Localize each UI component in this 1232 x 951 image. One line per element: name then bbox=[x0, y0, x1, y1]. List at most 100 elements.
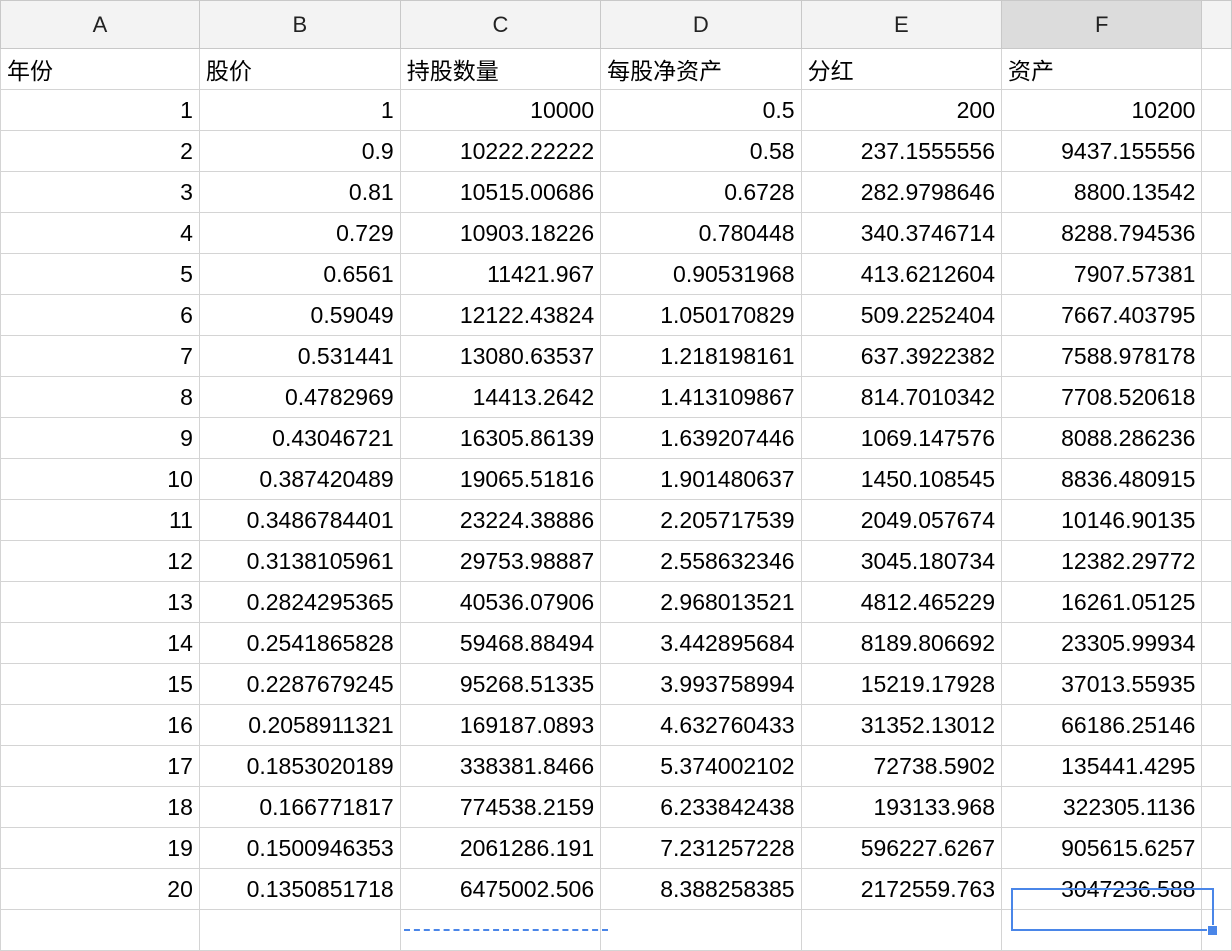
empty-cell[interactable] bbox=[1201, 499, 1232, 541]
cell-C20[interactable]: 2061286.191 bbox=[399, 827, 602, 869]
empty-cell[interactable] bbox=[1201, 335, 1232, 377]
cell-C19[interactable]: 774538.2159 bbox=[399, 786, 602, 828]
cell-A6[interactable]: 5 bbox=[0, 253, 200, 295]
cell-A3[interactable]: 2 bbox=[0, 130, 200, 172]
cell-B12[interactable]: 0.3486784401 bbox=[198, 499, 401, 541]
cell-F5[interactable]: 8288.794536 bbox=[1000, 212, 1203, 254]
cell-F12[interactable]: 10146.90135 bbox=[1000, 499, 1203, 541]
cell-C3[interactable]: 10222.22222 bbox=[399, 130, 602, 172]
cell-A9[interactable]: 8 bbox=[0, 376, 200, 418]
cell-A11[interactable]: 10 bbox=[0, 458, 200, 500]
empty-cell[interactable] bbox=[1201, 294, 1232, 336]
column-header-E[interactable]: E bbox=[800, 0, 1003, 49]
cell-B21[interactable]: 0.1350851718 bbox=[198, 868, 401, 910]
cell-F15[interactable]: 23305.99934 bbox=[1000, 622, 1203, 664]
cell-B17[interactable]: 0.2058911321 bbox=[198, 704, 401, 746]
cell-C2[interactable]: 10000 bbox=[399, 89, 602, 131]
cell-D12[interactable]: 2.205717539 bbox=[600, 499, 802, 541]
cell-C10[interactable]: 16305.86139 bbox=[399, 417, 602, 459]
cell-F16[interactable]: 37013.55935 bbox=[1000, 663, 1203, 705]
column-header-C[interactable]: C bbox=[399, 0, 602, 49]
cell-E15[interactable]: 8189.806692 bbox=[800, 622, 1003, 664]
header-cell[interactable]: 每股净资产 bbox=[600, 48, 802, 90]
fill-handle[interactable] bbox=[1207, 925, 1218, 936]
empty-cell[interactable] bbox=[800, 909, 1003, 951]
cell-B4[interactable]: 0.81 bbox=[198, 171, 401, 213]
cell-B2[interactable]: 1 bbox=[198, 89, 401, 131]
cell-B7[interactable]: 0.59049 bbox=[198, 294, 401, 336]
cell-D16[interactable]: 3.993758994 bbox=[600, 663, 802, 705]
header-cell[interactable]: 持股数量 bbox=[399, 48, 602, 90]
cell-E14[interactable]: 4812.465229 bbox=[800, 581, 1003, 623]
cell-C11[interactable]: 19065.51816 bbox=[399, 458, 602, 500]
cell-B13[interactable]: 0.3138105961 bbox=[198, 540, 401, 582]
header-cell[interactable]: 资产 bbox=[1000, 48, 1203, 90]
header-cell[interactable]: 年份 bbox=[0, 48, 200, 90]
cell-D18[interactable]: 5.374002102 bbox=[600, 745, 802, 787]
cell-C9[interactable]: 14413.2642 bbox=[399, 376, 602, 418]
header-cell[interactable]: 分红 bbox=[800, 48, 1003, 90]
cell-B14[interactable]: 0.2824295365 bbox=[198, 581, 401, 623]
cell-F8[interactable]: 7588.978178 bbox=[1000, 335, 1203, 377]
cell-C4[interactable]: 10515.00686 bbox=[399, 171, 602, 213]
cell-A20[interactable]: 19 bbox=[0, 827, 200, 869]
cell-E13[interactable]: 3045.180734 bbox=[800, 540, 1003, 582]
empty-cell[interactable] bbox=[1201, 417, 1232, 459]
cell-D9[interactable]: 1.413109867 bbox=[600, 376, 802, 418]
cell-C5[interactable]: 10903.18226 bbox=[399, 212, 602, 254]
cell-C8[interactable]: 13080.63537 bbox=[399, 335, 602, 377]
empty-cell[interactable] bbox=[0, 909, 200, 951]
cell-E16[interactable]: 15219.17928 bbox=[800, 663, 1003, 705]
cell-B5[interactable]: 0.729 bbox=[198, 212, 401, 254]
cell-D7[interactable]: 1.050170829 bbox=[600, 294, 802, 336]
cell-A13[interactable]: 12 bbox=[0, 540, 200, 582]
cell-A5[interactable]: 4 bbox=[0, 212, 200, 254]
empty-cell[interactable] bbox=[1201, 786, 1232, 828]
cell-E2[interactable]: 200 bbox=[800, 89, 1003, 131]
cell-F13[interactable]: 12382.29772 bbox=[1000, 540, 1203, 582]
cell-E10[interactable]: 1069.147576 bbox=[800, 417, 1003, 459]
header-cell[interactable]: 股价 bbox=[198, 48, 401, 90]
cell-F20[interactable]: 905615.6257 bbox=[1000, 827, 1203, 869]
cell-E19[interactable]: 193133.968 bbox=[800, 786, 1003, 828]
cell-F4[interactable]: 8800.13542 bbox=[1000, 171, 1203, 213]
cell-A21[interactable]: 20 bbox=[0, 868, 200, 910]
empty-cell[interactable] bbox=[1201, 48, 1232, 90]
column-header-B[interactable]: B bbox=[198, 0, 401, 49]
cell-A2[interactable]: 1 bbox=[0, 89, 200, 131]
empty-cell[interactable] bbox=[1000, 909, 1203, 951]
cell-B8[interactable]: 0.531441 bbox=[198, 335, 401, 377]
cell-E17[interactable]: 31352.13012 bbox=[800, 704, 1003, 746]
empty-cell[interactable] bbox=[1201, 581, 1232, 623]
cell-B6[interactable]: 0.6561 bbox=[198, 253, 401, 295]
cell-F17[interactable]: 66186.25146 bbox=[1000, 704, 1203, 746]
cell-A17[interactable]: 16 bbox=[0, 704, 200, 746]
empty-cell[interactable] bbox=[1201, 827, 1232, 869]
cell-D3[interactable]: 0.58 bbox=[600, 130, 802, 172]
cell-B15[interactable]: 0.2541865828 bbox=[198, 622, 401, 664]
cell-D10[interactable]: 1.639207446 bbox=[600, 417, 802, 459]
cell-F2[interactable]: 10200 bbox=[1000, 89, 1203, 131]
cell-E8[interactable]: 637.3922382 bbox=[800, 335, 1003, 377]
empty-cell[interactable] bbox=[1201, 89, 1232, 131]
spreadsheet-grid[interactable]: A B C D E F 年份 股价 持股数量 每股净资产 分红 资产 1 1 10000 0.5 200 1020… bbox=[0, 0, 1232, 951]
cell-E21[interactable]: 2172559.763 bbox=[800, 868, 1003, 910]
cell-D17[interactable]: 4.632760433 bbox=[600, 704, 802, 746]
cell-E4[interactable]: 282.9798646 bbox=[800, 171, 1003, 213]
empty-cell[interactable] bbox=[198, 909, 401, 951]
cell-D8[interactable]: 1.218198161 bbox=[600, 335, 802, 377]
cell-E12[interactable]: 2049.057674 bbox=[800, 499, 1003, 541]
cell-D21[interactable]: 8.388258385 bbox=[600, 868, 802, 910]
column-header-A[interactable]: A bbox=[0, 0, 200, 49]
cell-F3[interactable]: 9437.155556 bbox=[1000, 130, 1203, 172]
cell-C17[interactable]: 169187.0893 bbox=[399, 704, 602, 746]
cell-A8[interactable]: 7 bbox=[0, 335, 200, 377]
empty-cell[interactable] bbox=[1201, 745, 1232, 787]
cell-B20[interactable]: 0.1500946353 bbox=[198, 827, 401, 869]
cell-D6[interactable]: 0.90531968 bbox=[600, 253, 802, 295]
empty-cell[interactable] bbox=[1201, 212, 1232, 254]
cell-E7[interactable]: 509.2252404 bbox=[800, 294, 1003, 336]
cell-E18[interactable]: 72738.5902 bbox=[800, 745, 1003, 787]
cell-F21[interactable]: 3047236.588 bbox=[1000, 868, 1203, 910]
empty-cell[interactable] bbox=[1201, 540, 1232, 582]
